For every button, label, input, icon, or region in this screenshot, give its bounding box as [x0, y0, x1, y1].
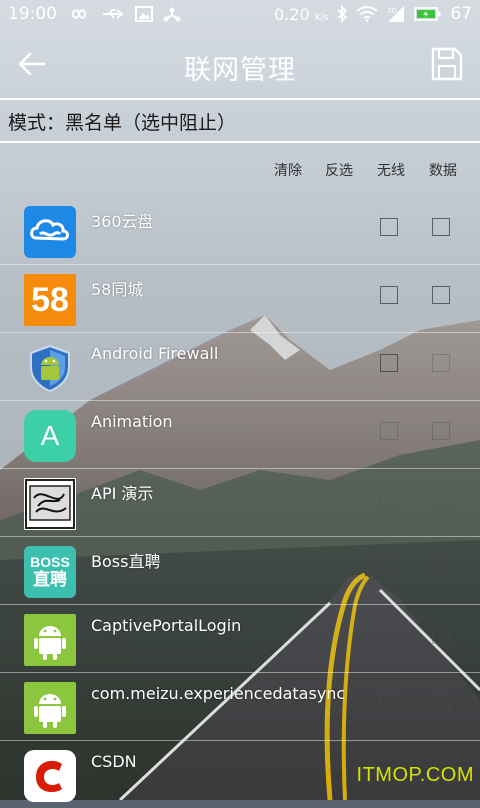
save-icon[interactable]	[430, 46, 464, 82]
clear-button[interactable]: 清除	[274, 160, 302, 180]
boss-logo-icon: BOSS 直聘	[24, 546, 76, 598]
list-item[interactable]: Android Firewall	[0, 332, 480, 401]
wifi-checkbox[interactable]	[380, 422, 398, 440]
data-checkbox[interactable]	[432, 626, 450, 644]
app-name: CaptivePortalLogin	[91, 616, 242, 635]
app-name: 360云盘	[91, 212, 154, 231]
usb-icon	[103, 9, 124, 19]
wifi-checkbox[interactable]	[380, 626, 398, 644]
data-checkbox[interactable]	[432, 694, 450, 712]
infinity-icon	[71, 9, 87, 19]
boss-logo-line2: 直聘	[33, 570, 67, 590]
image-icon	[135, 6, 153, 22]
signal-3g-icon: 3G	[387, 6, 405, 22]
network-speed: 0.20 K/s	[274, 5, 328, 24]
app-bar: 联网管理	[0, 32, 480, 98]
boss-logo-line1: BOSS	[30, 554, 70, 570]
api-demo-icon	[24, 478, 76, 530]
app-name: Animation	[91, 412, 173, 431]
wifi-checkbox[interactable]	[380, 558, 398, 576]
app-name: API 演示	[91, 484, 154, 503]
animation-a-icon: A	[24, 410, 76, 462]
data-checkbox[interactable]	[432, 286, 450, 304]
wifi-checkbox[interactable]	[380, 286, 398, 304]
app-name: 58同城	[91, 280, 144, 299]
network-speed-value: 0.20	[274, 4, 310, 24]
list-item[interactable]: API 演示	[0, 468, 480, 537]
list-item[interactable]: CaptivePortalLogin	[0, 604, 480, 673]
status-bar: 19:00 0.20 K/s 3G 67	[0, 0, 480, 32]
animation-letter: A	[40, 420, 60, 451]
battery-icon	[414, 7, 441, 21]
list-item[interactable]: A Animation	[0, 400, 480, 469]
app-name: CSDN	[91, 752, 137, 771]
app-name: com.meizu.experiencedatasync	[91, 684, 346, 703]
shield-android-icon	[24, 342, 76, 394]
58-logo-icon: 58	[24, 274, 76, 326]
data-checkbox[interactable]	[432, 218, 450, 236]
data-column-header[interactable]: 数据	[429, 160, 457, 180]
invert-button[interactable]: 反选	[325, 160, 353, 180]
list-item[interactable]: 58 58同城	[0, 264, 480, 333]
mode-divider	[0, 141, 480, 143]
wifi-icon	[356, 6, 378, 22]
58-logo-text: 58	[31, 280, 69, 319]
android-robot-icon	[24, 614, 76, 666]
wifi-checkbox[interactable]	[380, 354, 398, 372]
wifi-checkbox[interactable]	[380, 490, 398, 508]
watermark: ITMOP.COM	[356, 764, 474, 786]
data-checkbox[interactable]	[432, 490, 450, 508]
cloud-icon	[24, 206, 76, 258]
wifi-checkbox[interactable]	[380, 218, 398, 236]
svg-text:3G: 3G	[387, 7, 397, 15]
data-checkbox[interactable]	[432, 354, 450, 372]
list-item[interactable]: BOSS 直聘 Boss直聘	[0, 536, 480, 605]
status-time: 19:00	[8, 4, 57, 24]
page-title: 联网管理	[184, 55, 296, 86]
wireless-column-header[interactable]: 无线	[377, 160, 405, 180]
app-name: Android Firewall	[91, 344, 219, 363]
mode-label: 模式：黑名单（选中阻止）	[8, 112, 237, 134]
battery-level: 67	[450, 4, 472, 24]
android-robot-icon	[24, 682, 76, 734]
app-name: Boss直聘	[91, 552, 161, 571]
network-speed-unit: K/s	[314, 12, 329, 23]
csdn-logo-icon	[24, 750, 76, 802]
data-checkbox[interactable]	[432, 558, 450, 576]
list-item[interactable]: 360云盘	[0, 196, 480, 265]
wifi-checkbox[interactable]	[380, 694, 398, 712]
list-item[interactable]: com.meizu.experiencedatasync	[0, 672, 480, 741]
header-divider	[0, 98, 480, 100]
data-checkbox[interactable]	[432, 422, 450, 440]
share-icon	[163, 7, 181, 22]
bluetooth-icon	[337, 5, 348, 23]
